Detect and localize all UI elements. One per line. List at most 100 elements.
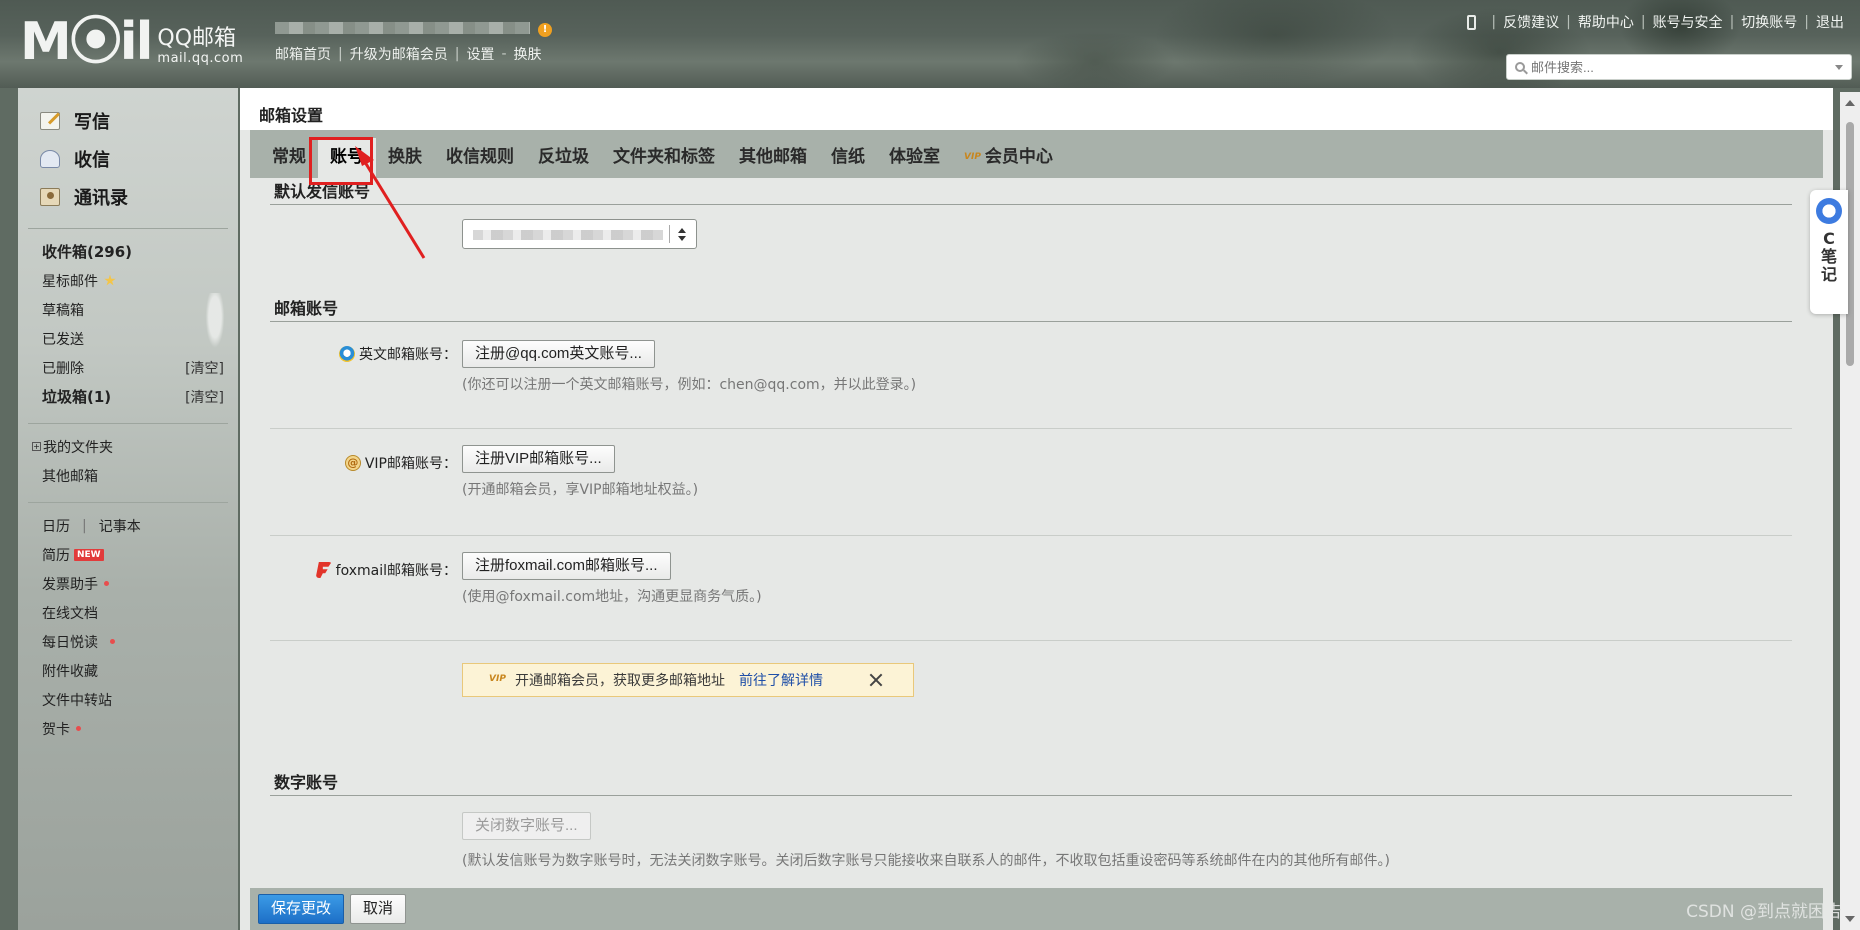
vip-promo-banner: VIP 开通邮箱会员，获取更多邮箱地址 前往了解详情 [462, 663, 914, 697]
tab-member-center[interactable]: VIP 会员中心 [952, 138, 1065, 178]
other-mailboxes[interactable]: 其他邮箱 [42, 461, 238, 490]
mail-accounts-heading: 邮箱账号 [270, 295, 1792, 322]
receive-label: 收信 [74, 150, 110, 171]
vip-account-label-wrap: @ VIP邮箱账号： [344, 453, 457, 473]
sidebar-divider [28, 228, 228, 229]
folder-starred[interactable]: 星标邮件 [42, 266, 238, 295]
sidebar-divider [28, 502, 228, 503]
search-icon [1515, 62, 1525, 72]
notes-side-widget[interactable]: C 笔 记 [1810, 190, 1848, 314]
warning-icon[interactable]: ! [538, 23, 552, 37]
daily-reading-link[interactable]: 每日悦读 [42, 627, 238, 656]
notes-link[interactable]: 记事本 [99, 516, 141, 536]
greeting-cards-link[interactable]: 贺卡 [42, 714, 238, 743]
english-account-label: 英文邮箱账号： [359, 347, 457, 363]
tab-general[interactable]: 常规 [260, 138, 318, 178]
page-title: 邮箱设置 [240, 88, 1833, 130]
promo-details-link[interactable]: 前往了解详情 [739, 670, 823, 690]
tab-receive-rules[interactable]: 收信规则 [434, 138, 526, 178]
daily-reading-label: 每日悦读 [42, 634, 98, 651]
online-docs-label: 在线文档 [42, 605, 98, 622]
nav-settings[interactable]: 设置 [466, 44, 494, 64]
invoice-label: 发票助手 [42, 576, 98, 593]
greeting-cards-label: 贺卡 [42, 721, 70, 738]
nav-mailbox-home[interactable]: 邮箱首页 [275, 44, 331, 64]
clear-spam-link[interactable]: [清空] [185, 387, 224, 407]
promo-row: VIP 开通邮箱会员，获取更多邮箱地址 前往了解详情 [270, 641, 1792, 769]
logout-link[interactable]: 退出 [1816, 12, 1844, 32]
switch-account-link[interactable]: 切换账号 [1741, 12, 1797, 32]
register-english-account-button[interactable]: 注册@qq.com英文账号... [462, 340, 655, 368]
compose-button[interactable]: 写信 [40, 102, 238, 140]
tab-anti-spam[interactable]: 反垃圾 [526, 138, 601, 178]
calendar-notes-row: 日历 | 记事本 [42, 516, 141, 536]
folder-spam-label: 垃圾箱(1) [42, 388, 112, 406]
notification-dot [104, 581, 109, 586]
help-center-link[interactable]: 帮助中心 [1578, 12, 1634, 32]
left-sidebar: 写信 收信 通讯录 收件箱(296) 星标邮件 草稿箱 已发送 已删除 [清空] … [18, 88, 238, 930]
default-sender-select[interactable] [462, 219, 697, 249]
bottom-action-bar: 保存更改 取消 [250, 888, 1823, 930]
sender-address-blurred [473, 230, 663, 240]
search-dropdown-icon[interactable] [1835, 65, 1843, 70]
folder-inbox[interactable]: 收件箱(296) [42, 237, 238, 266]
folder-drafts[interactable]: 草稿箱 [42, 295, 238, 324]
file-transfer-link[interactable]: 文件中转站 [42, 685, 238, 714]
my-folders[interactable]: + 我的文件夹 [32, 432, 238, 461]
vip-account-row: @ VIP邮箱账号： 注册VIP邮箱账号... (开通邮箱会员，享VIP邮箱地址… [270, 429, 1792, 535]
clear-deleted-link[interactable]: [清空] [185, 358, 224, 378]
tab-skin[interactable]: 换肤 [376, 138, 434, 178]
cancel-button[interactable]: 取消 [350, 894, 407, 924]
tab-lab[interactable]: 体验室 [877, 138, 952, 178]
invoice-assistant-link[interactable]: 发票助手 [42, 569, 238, 598]
mail-search-input[interactable] [1531, 59, 1821, 75]
tab-folders-labels[interactable]: 文件夹和标签 [601, 138, 727, 178]
notes-widget-letter: C [1823, 229, 1835, 248]
save-changes-button[interactable]: 保存更改 [258, 894, 345, 924]
inbox-icon [40, 150, 60, 168]
vip-account-hint: (开通邮箱会员，享VIP邮箱地址权益。) [462, 482, 699, 498]
file-transfer-label: 文件中转站 [42, 692, 112, 709]
qq-mail-logo[interactable]: M⦿il QQ邮箱 mail.qq.com [20, 16, 244, 68]
calendar-link[interactable]: 日历 [42, 516, 70, 536]
attachment-favorites-link[interactable]: 附件收藏 [42, 656, 238, 685]
phone-icon[interactable] [1467, 14, 1477, 30]
close-icon[interactable] [869, 673, 883, 687]
tab-other-mailboxes[interactable]: 其他邮箱 [727, 138, 819, 178]
header-nav: 邮箱首页 | 升级为邮箱会员 | 设置 - 换肤 [275, 44, 542, 64]
scroll-down-icon[interactable] [1845, 916, 1855, 922]
feedback-link[interactable]: 反馈建议 [1503, 12, 1559, 32]
folder-starred-label: 星标邮件 [42, 273, 98, 290]
notes-logo-icon [1816, 198, 1842, 224]
vip-account-label: VIP邮箱账号： [364, 456, 457, 472]
vip-icon: VIP [964, 152, 981, 162]
nav-change-skin[interactable]: 换肤 [514, 44, 542, 64]
folder-deleted-label: 已删除 [42, 360, 84, 377]
notification-dot [76, 726, 81, 731]
receive-button[interactable]: 收信 [40, 140, 238, 178]
register-vip-account-button[interactable]: 注册VIP邮箱账号... [462, 445, 615, 473]
account-security-link[interactable]: 账号与安全 [1653, 12, 1723, 32]
nav-upgrade-vip[interactable]: 升级为邮箱会员 [350, 44, 448, 64]
resume-link[interactable]: 简历 NEW [42, 540, 238, 569]
logo-en-text: mail.qq.com [157, 51, 244, 66]
select-up-arrow-icon [678, 228, 686, 233]
tab-stationery[interactable]: 信纸 [819, 138, 877, 178]
register-foxmail-account-button[interactable]: 注册foxmail.com邮箱账号... [462, 552, 671, 580]
online-docs-link[interactable]: 在线文档 [42, 598, 238, 627]
tab-account[interactable]: 账号 [318, 138, 376, 178]
mail-search-box[interactable] [1506, 54, 1852, 80]
foxmail-account-hint: (使用@foxmail.com地址，沟通更显商务气质。) [462, 589, 762, 605]
csdn-watermark: CSDN @到点就困告 [1686, 902, 1842, 922]
select-down-arrow-icon [678, 236, 686, 241]
close-digital-account-button[interactable]: 关闭数字账号... [462, 812, 591, 840]
folder-deleted[interactable]: 已删除 [清空] [42, 353, 238, 382]
contacts-button[interactable]: 通讯录 [40, 178, 238, 216]
logo-cn-text: QQ邮箱 [157, 26, 237, 51]
qq-icon [339, 346, 355, 362]
expand-plus-icon[interactable]: + [32, 442, 41, 451]
folder-sent[interactable]: 已发送 [42, 324, 238, 353]
scroll-up-icon[interactable] [1845, 100, 1855, 106]
folder-spam[interactable]: 垃圾箱(1) [清空] [42, 382, 238, 411]
digital-account-heading: 数字账号 [270, 769, 1792, 796]
